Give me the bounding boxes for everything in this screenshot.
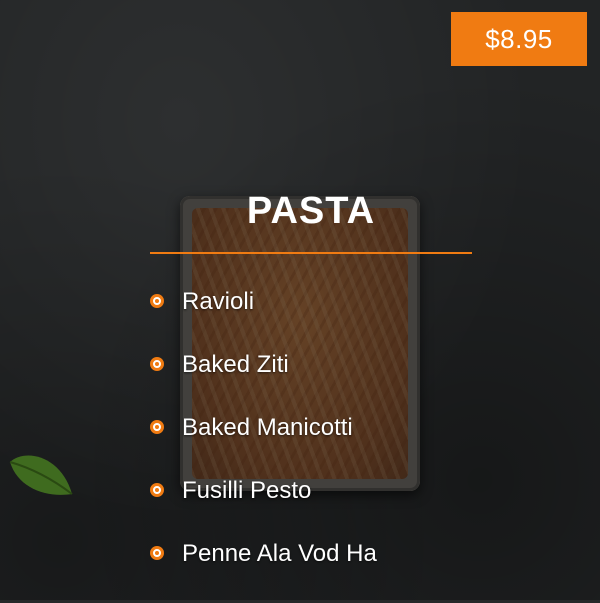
radio-bullet-icon bbox=[150, 294, 164, 308]
menu-item-label: Penne Ala Vod Ha bbox=[182, 540, 377, 567]
radio-bullet-icon bbox=[150, 546, 164, 560]
list-item: Baked Ziti bbox=[150, 351, 377, 414]
pasta-menu-list: Ravioli Baked Ziti Baked Manicotti Fusil… bbox=[150, 288, 377, 603]
menu-item-label: Fusilli Pesto bbox=[182, 477, 312, 504]
title-divider bbox=[150, 252, 472, 254]
radio-bullet-icon bbox=[150, 483, 164, 497]
list-item: Baked Manicotti bbox=[150, 414, 377, 477]
radio-bullet-icon bbox=[150, 420, 164, 434]
menu-title: PASTA bbox=[246, 190, 376, 232]
list-item: Fusilli Pesto bbox=[150, 477, 377, 540]
list-item: Penne Ala Vod Ha bbox=[150, 540, 377, 603]
menu-item-label: Baked Manicotti bbox=[182, 414, 353, 441]
menu-item-label: Baked Ziti bbox=[182, 351, 289, 378]
basil-leaf-icon bbox=[9, 455, 73, 495]
radio-bullet-icon bbox=[150, 357, 164, 371]
price-badge: $8.95 bbox=[451, 12, 587, 66]
list-item: Ravioli bbox=[150, 288, 377, 351]
menu-item-label: Ravioli bbox=[182, 288, 255, 315]
